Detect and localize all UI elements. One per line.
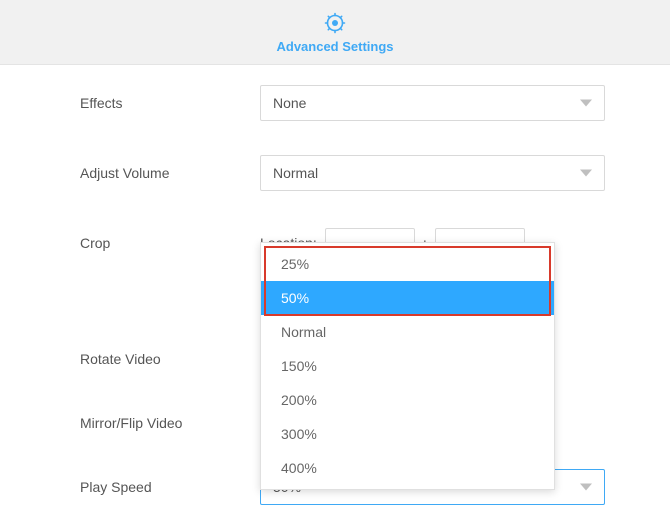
crop-label: Crop [80, 235, 260, 251]
play-speed-option[interactable]: 200% [261, 383, 554, 417]
header-title: Advanced Settings [276, 39, 393, 54]
play-speed-option[interactable]: 25% [261, 247, 554, 281]
play-speed-option[interactable]: 50% [261, 281, 554, 315]
row-adjust-volume: Adjust Volume Normal [80, 155, 605, 191]
row-effects: Effects None [80, 85, 605, 121]
play-speed-dropdown: 25%50%Normal150%200%300%400% [260, 242, 555, 490]
effects-value: None [273, 95, 306, 111]
adjust-volume-select[interactable]: Normal [260, 155, 605, 191]
chevron-down-icon [580, 170, 592, 177]
play-speed-label: Play Speed [80, 479, 260, 495]
rotate-video-label: Rotate Video [80, 351, 260, 367]
chevron-down-icon [580, 484, 592, 491]
advanced-settings-header: Advanced Settings [0, 0, 670, 65]
mirror-flip-label: Mirror/Flip Video [80, 415, 260, 431]
play-speed-option[interactable]: 150% [261, 349, 554, 383]
effects-select[interactable]: None [260, 85, 605, 121]
play-speed-option[interactable]: 400% [261, 451, 554, 485]
adjust-volume-value: Normal [273, 165, 318, 181]
effects-label: Effects [80, 95, 260, 111]
gear-icon [323, 11, 347, 35]
chevron-down-icon [580, 100, 592, 107]
play-speed-option[interactable]: Normal [261, 315, 554, 349]
play-speed-option[interactable]: 300% [261, 417, 554, 451]
adjust-volume-label: Adjust Volume [80, 165, 260, 181]
settings-form: Effects None Adjust Volume Normal Crop L… [0, 65, 670, 505]
